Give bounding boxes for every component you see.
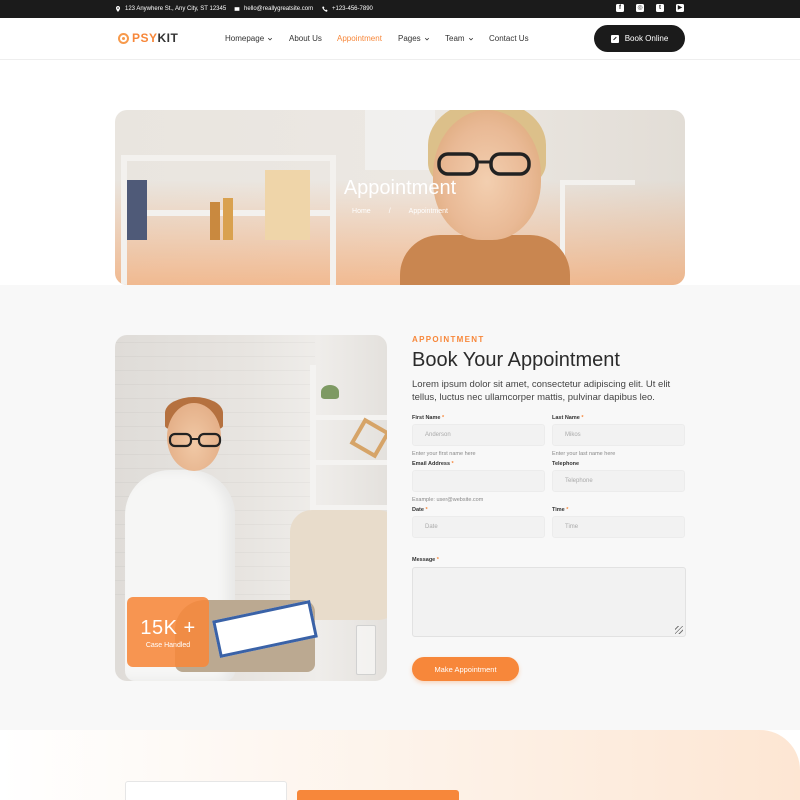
book-online-label: Book Online: [624, 34, 669, 43]
nav-appointment[interactable]: Appointment: [337, 34, 382, 43]
cases-stat-badge: 15K + Case Handled: [127, 597, 209, 667]
first-name-input[interactable]: Anderson: [412, 424, 545, 446]
logo-text-kit: KIT: [157, 31, 179, 45]
first-name-placeholder: Anderson: [425, 432, 451, 438]
telephone-label: Telephone: [552, 461, 580, 467]
time-placeholder: Time: [565, 524, 579, 530]
nav-pages[interactable]: Pages: [398, 34, 430, 43]
address-text: 123 Anywhere St., Any City, ST 12345: [125, 6, 227, 12]
nav-label: Team: [445, 34, 465, 43]
youtube-icon[interactable]: ▶: [676, 4, 684, 12]
nav-homepage[interactable]: Homepage: [225, 34, 273, 43]
plant-image: [321, 385, 339, 399]
last-name-label: Last Name *: [552, 415, 584, 421]
email-label: Email Address *: [412, 461, 454, 467]
address-info: 123 Anywhere St., Any City, ST 12345: [115, 0, 226, 18]
last-name-hint: Enter your last name here: [552, 451, 616, 457]
email-info[interactable]: hello@reallygreatsite.com: [234, 0, 313, 18]
instagram-icon[interactable]: ◎: [636, 4, 644, 12]
location-pin-icon: [115, 6, 121, 12]
message-textarea[interactable]: [412, 567, 686, 637]
therapist-glasses-image: [168, 432, 222, 448]
email-text[interactable]: hello@reallygreatsite.com: [244, 6, 313, 12]
hero-person-body-image: [400, 235, 570, 285]
resize-handle-icon[interactable]: [675, 626, 683, 634]
date-input[interactable]: Date: [412, 516, 545, 538]
chevron-down-icon: [268, 37, 273, 40]
hero-book-image: [223, 198, 233, 240]
next-section-card: [125, 781, 287, 800]
nav-team[interactable]: Team: [445, 34, 474, 43]
last-name-input[interactable]: Mikos: [552, 424, 685, 446]
telephone-placeholder: Telephone: [565, 478, 593, 484]
message-label: Message *: [412, 557, 439, 563]
hero-window-image: [365, 110, 435, 170]
nav-label: Contact Us: [489, 34, 529, 43]
first-name-label: First Name *: [412, 415, 445, 421]
twitter-icon[interactable]: t: [656, 4, 664, 12]
phone-text[interactable]: +123-456-7890: [332, 6, 373, 12]
make-appointment-button[interactable]: Make Appointment: [412, 657, 519, 681]
page-hero-banner: Appointment Home / Appointment: [115, 110, 685, 285]
phone-icon: [322, 6, 328, 12]
time-label: Time *: [552, 507, 569, 513]
date-label: Date *: [412, 507, 428, 513]
breadcrumb-home[interactable]: Home: [352, 208, 371, 215]
mail-icon: [234, 7, 240, 11]
social-links: f ◎ t ▶: [616, 4, 684, 12]
nav-label: Homepage: [225, 34, 265, 43]
nav-label: About Us: [289, 34, 322, 43]
email-hint: Example: user@website.com: [412, 497, 484, 503]
top-info-bar: 123 Anywhere St., Any City, ST 12345 hel…: [0, 0, 800, 18]
next-section-card-accent: [297, 790, 459, 800]
water-glass-image: [356, 625, 376, 675]
breadcrumb: Home / Appointment: [115, 208, 685, 215]
book-online-button[interactable]: Book Online: [594, 25, 685, 52]
nav-contact-us[interactable]: Contact Us: [489, 34, 529, 43]
logo-text-psy: PSY: [132, 31, 158, 45]
facebook-icon[interactable]: f: [616, 4, 624, 12]
nav-about-us[interactable]: About Us: [289, 34, 322, 43]
date-placeholder: Date: [425, 524, 438, 530]
first-name-hint: Enter your first name here: [412, 451, 476, 457]
logo-mark-icon: [118, 32, 129, 44]
form-heading: Book Your Appointment: [412, 349, 620, 371]
chevron-down-icon: [424, 37, 429, 40]
breadcrumb-separator: /: [388, 208, 391, 215]
email-input[interactable]: [412, 470, 545, 492]
site-logo[interactable]: PSY KIT: [118, 31, 178, 45]
form-description: Lorem ipsum dolor sit amet, consectetur …: [412, 379, 671, 403]
breadcrumb-current: Appointment: [408, 208, 448, 215]
edit-icon: [610, 34, 619, 43]
main-header: PSY KIT Homepage About Us Appointment Pag…: [0, 18, 800, 60]
section-eyebrow: APPOINTMENT: [412, 335, 485, 344]
stat-label: Case Handled: [145, 642, 191, 649]
nav-label: Pages: [398, 34, 421, 43]
last-name-placeholder: Mikos: [565, 432, 581, 438]
stat-number: 15K +: [140, 617, 196, 639]
telephone-input[interactable]: Telephone: [552, 470, 685, 492]
phone-info[interactable]: +123-456-7890: [322, 0, 373, 18]
nav-label: Appointment: [337, 34, 382, 43]
page-title: Appointment: [343, 177, 457, 199]
chevron-down-icon: [468, 37, 473, 40]
hero-glasses-image: [437, 152, 531, 176]
time-input[interactable]: Time: [552, 516, 685, 538]
